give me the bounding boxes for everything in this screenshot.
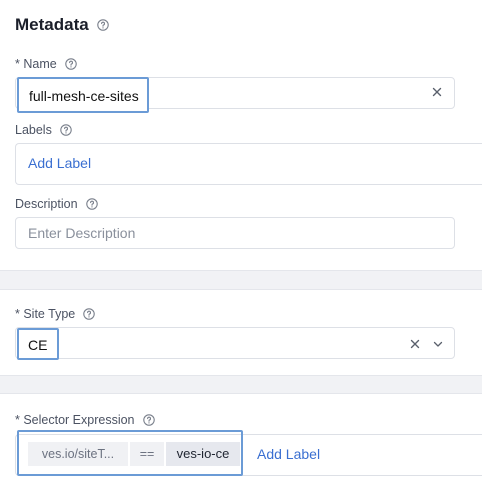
site-type-select[interactable] (15, 327, 455, 359)
section-divider (0, 270, 482, 290)
section-title: Metadata (15, 15, 109, 35)
metadata-title: Metadata (15, 15, 89, 34)
site-type-label-text: * Site Type (15, 307, 76, 321)
description-label-text: Description (15, 197, 78, 211)
site-type-label: * Site Type (15, 307, 95, 321)
selector-expression-label: * Selector Expression (15, 413, 155, 427)
selector-expression-label-text: * Selector Expression (15, 413, 135, 427)
name-label-text: * Name (15, 57, 57, 71)
section-divider (0, 375, 482, 394)
labels-label: Labels (15, 123, 72, 137)
help-icon[interactable] (83, 308, 95, 320)
description-label: Description (15, 197, 98, 211)
add-label-link[interactable]: Add Label (257, 446, 320, 462)
name-value[interactable]: full-mesh-ce-sites (17, 77, 149, 113)
help-icon[interactable] (60, 124, 72, 136)
selector-highlight (17, 430, 243, 476)
help-icon[interactable] (142, 414, 155, 426)
add-label-link[interactable]: Add Label (28, 155, 91, 171)
help-icon[interactable] (96, 19, 109, 31)
help-icon[interactable] (64, 58, 77, 70)
name-label: * Name (15, 57, 77, 71)
help-icon[interactable] (85, 198, 98, 210)
description-placeholder: Enter Description (28, 225, 136, 241)
chevron-down-icon[interactable] (431, 337, 445, 351)
site-type-value[interactable]: CE (17, 328, 60, 360)
close-icon[interactable] (408, 337, 422, 351)
close-icon[interactable] (430, 85, 444, 99)
labels-label-text: Labels (15, 123, 52, 137)
